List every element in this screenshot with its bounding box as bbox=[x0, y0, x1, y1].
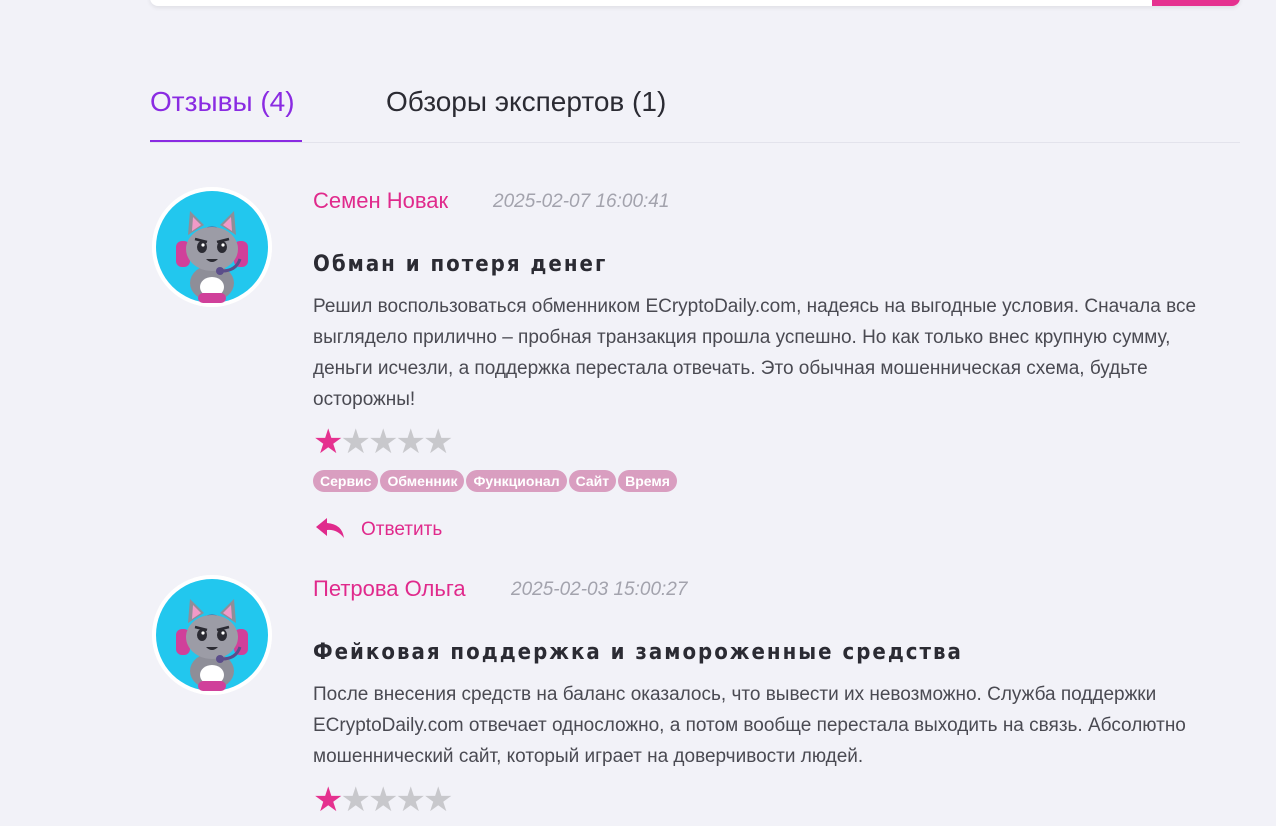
review-date: 2025-02-03 15:00:27 bbox=[511, 579, 688, 600]
star-rating: ★★★★★ bbox=[313, 423, 454, 461]
avatar bbox=[152, 187, 272, 307]
tag-functionality[interactable]: Функционал bbox=[466, 470, 567, 492]
review-tags: Сервис Обменник Функционал Сайт Время bbox=[313, 470, 679, 492]
tag-site[interactable]: Сайт bbox=[568, 470, 617, 492]
search-button[interactable] bbox=[1152, 0, 1240, 6]
star-icon: ★ bbox=[340, 781, 371, 819]
review-text: После внесения средств на баланс оказало… bbox=[313, 684, 1186, 767]
review-text: Решил воспользоваться обменником ECrypto… bbox=[313, 296, 1197, 410]
tag-exchanger[interactable]: Обменник bbox=[380, 470, 465, 492]
tab-expert-reviews[interactable]: Обзоры экспертов (1) bbox=[386, 84, 666, 120]
reply-label: Ответить bbox=[361, 519, 443, 540]
star-icon: ★ bbox=[313, 423, 344, 461]
tag-time[interactable]: Время bbox=[618, 470, 677, 492]
tag-service[interactable]: Сервис bbox=[313, 470, 379, 492]
review-date: 2025-02-07 16:00:41 bbox=[493, 191, 670, 212]
review-author[interactable]: Семен Новак bbox=[313, 187, 448, 215]
star-icon: ★ bbox=[422, 423, 454, 461]
reply-icon bbox=[316, 518, 344, 538]
star-icon: ★ bbox=[313, 781, 344, 819]
star-icon: ★ bbox=[367, 423, 399, 461]
cat-gamer-icon bbox=[152, 187, 272, 307]
star-icon: ★ bbox=[422, 781, 454, 819]
star-icon: ★ bbox=[395, 423, 426, 461]
review-author[interactable]: Петрова Ольга bbox=[313, 575, 466, 603]
avatar bbox=[152, 575, 272, 695]
cat-gamer-icon bbox=[152, 575, 272, 695]
review-tabs: Отзывы (4) Обзоры экспертов (1) bbox=[150, 60, 1240, 143]
search-bar[interactable] bbox=[150, 0, 1240, 6]
review-title: Обман и потеря денег bbox=[313, 252, 608, 277]
active-tab-indicator bbox=[150, 140, 302, 142]
review-title: Фейковая поддержка и замороженные средст… bbox=[313, 640, 963, 665]
tab-reviews[interactable]: Отзывы (4) bbox=[150, 84, 295, 120]
star-rating: ★★★★★ bbox=[313, 781, 454, 819]
star-icon: ★ bbox=[340, 423, 371, 461]
star-icon: ★ bbox=[367, 781, 399, 819]
star-icon: ★ bbox=[395, 781, 426, 819]
